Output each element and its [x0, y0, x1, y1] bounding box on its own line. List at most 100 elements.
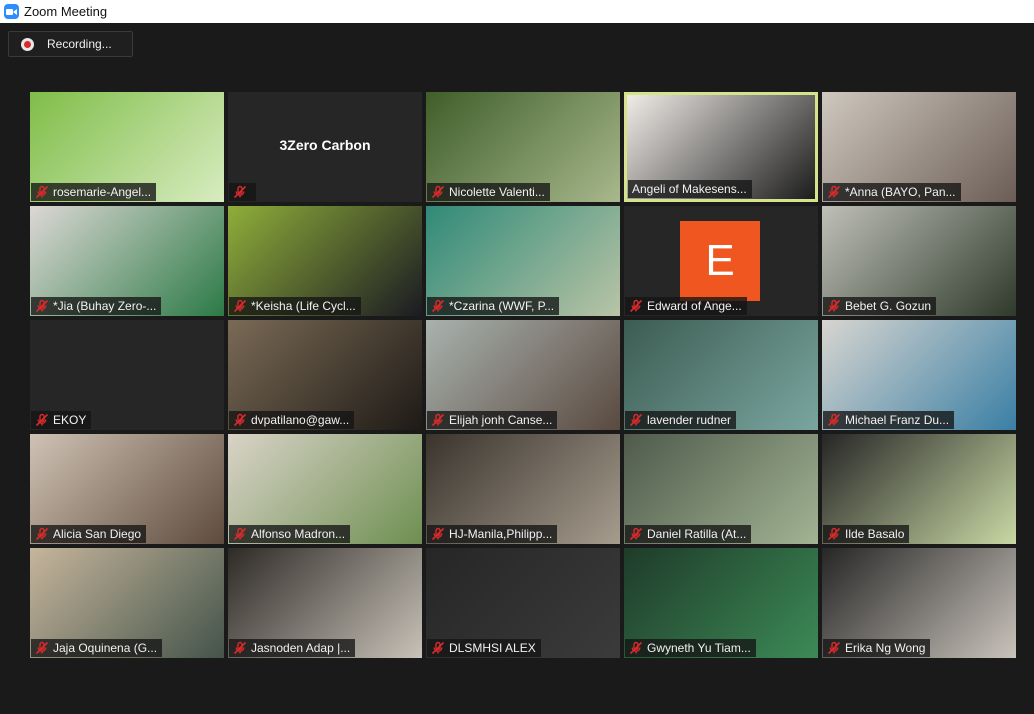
- participant-name-bar: Erika Ng Wong: [823, 639, 931, 657]
- participant-name-bar: Angeli of Makesens...: [628, 180, 752, 198]
- participant-tile[interactable]: HJ-Manila,Philipp...: [426, 434, 620, 544]
- muted-mic-icon: [35, 641, 53, 655]
- muted-mic-icon: [35, 185, 53, 199]
- participant-tile[interactable]: DLSMHSI ALEX: [426, 548, 620, 658]
- muted-mic-icon: [431, 413, 449, 427]
- participant-name: Ilde Basalo: [845, 527, 905, 541]
- participant-tile[interactable]: Alfonso Madron...: [228, 434, 422, 544]
- participant-name: Gwyneth Yu Tiam...: [647, 641, 751, 655]
- participant-tile[interactable]: Daniel Ratilla (At...: [624, 434, 818, 544]
- participant-tile[interactable]: *Anna (BAYO, Pan...: [822, 92, 1016, 202]
- muted-mic-icon: [629, 413, 647, 427]
- participant-name: rosemarie-Angel...: [53, 185, 152, 199]
- muted-mic-icon: [827, 413, 845, 427]
- participant-name: Daniel Ratilla (At...: [647, 527, 747, 541]
- participant-tile[interactable]: Elijah jonh Canse...: [426, 320, 620, 430]
- participant-name-bar: Edward of Ange...: [625, 297, 747, 315]
- participant-tile[interactable]: rosemarie-Angel...: [30, 92, 224, 202]
- participant-name: EKOY: [53, 413, 87, 427]
- participant-tile[interactable]: Ilde Basalo: [822, 434, 1016, 544]
- participant-name-bar: [229, 183, 256, 201]
- participant-display-name: 3Zero Carbon: [279, 137, 371, 153]
- participant-name-bar: *Anna (BAYO, Pan...: [823, 183, 961, 201]
- participant-name-bar: Alfonso Madron...: [229, 525, 351, 543]
- record-icon: [21, 37, 34, 51]
- participant-name-bar: Nicolette Valenti...: [427, 183, 550, 201]
- participant-name: *Anna (BAYO, Pan...: [845, 185, 956, 199]
- participant-name-bar: lavender rudner: [625, 411, 737, 429]
- participant-tile[interactable]: *Jia (Buhay Zero-...: [30, 206, 224, 316]
- muted-mic-icon: [431, 641, 449, 655]
- participant-name-bar: dvpatilano@gaw...: [229, 411, 355, 429]
- participant-tile[interactable]: 3Zero Carbon: [228, 92, 422, 202]
- participant-tile[interactable]: dvpatilano@gaw...: [228, 320, 422, 430]
- participant-name: Edward of Ange...: [647, 299, 742, 313]
- participant-tile[interactable]: Bebet G. Gozun: [822, 206, 1016, 316]
- participant-name: dvpatilano@gaw...: [251, 413, 350, 427]
- participant-name-bar: Jasnoden Adap |...: [229, 639, 356, 657]
- muted-mic-icon: [35, 413, 53, 427]
- muted-mic-icon: [827, 185, 845, 199]
- participant-name: Elijah jonh Canse...: [449, 413, 553, 427]
- participant-name-bar: *Jia (Buhay Zero-...: [31, 297, 162, 315]
- participant-name-bar: Alicia San Diego: [31, 525, 147, 543]
- participant-name: Alfonso Madron...: [251, 527, 346, 541]
- recording-indicator[interactable]: Recording...: [8, 31, 133, 57]
- participant-tile[interactable]: Angeli of Makesens...: [624, 92, 818, 202]
- muted-mic-icon: [233, 641, 251, 655]
- muted-mic-icon: [233, 413, 251, 427]
- title-bar: Zoom Meeting: [0, 0, 1034, 23]
- participant-tile[interactable]: Erika Ng Wong: [822, 548, 1016, 658]
- muted-mic-icon: [233, 527, 251, 541]
- participant-name: Erika Ng Wong: [845, 641, 926, 655]
- muted-mic-icon: [827, 527, 845, 541]
- participant-name-bar: Michael Franz Du...: [823, 411, 955, 429]
- participant-name: Bebet G. Gozun: [845, 299, 932, 313]
- participant-name: Alicia San Diego: [53, 527, 142, 541]
- participant-tile[interactable]: Gwyneth Yu Tiam...: [624, 548, 818, 658]
- muted-mic-icon: [629, 641, 647, 655]
- muted-mic-icon: [233, 299, 251, 313]
- participant-name-bar: HJ-Manila,Philipp...: [427, 525, 558, 543]
- participant-name-bar: Jaja Oquinena (G...: [31, 639, 163, 657]
- participant-name: lavender rudner: [647, 413, 732, 427]
- participant-name-bar: *Czarina (WWF, P...: [427, 297, 560, 315]
- participant-name-bar: Gwyneth Yu Tiam...: [625, 639, 756, 657]
- recording-label: Recording...: [47, 37, 112, 51]
- participant-name: HJ-Manila,Philipp...: [449, 527, 553, 541]
- participant-name: Nicolette Valenti...: [449, 185, 545, 199]
- participant-tile[interactable]: E Edward of Ange...: [624, 206, 818, 316]
- muted-mic-icon: [431, 299, 449, 313]
- participant-name: Angeli of Makesens...: [632, 182, 747, 196]
- window-title: Zoom Meeting: [24, 4, 108, 19]
- participant-tile[interactable]: Michael Franz Du...: [822, 320, 1016, 430]
- participant-tile[interactable]: *Czarina (WWF, P...: [426, 206, 620, 316]
- muted-mic-icon: [431, 185, 449, 199]
- muted-mic-icon: [827, 299, 845, 313]
- participant-name-bar: Bebet G. Gozun: [823, 297, 937, 315]
- participant-name-bar: DLSMHSI ALEX: [427, 639, 541, 657]
- participant-name: *Keisha (Life Cycl...: [251, 299, 356, 313]
- participant-tile[interactable]: *Keisha (Life Cycl...: [228, 206, 422, 316]
- participant-name-bar: EKOY: [31, 411, 92, 429]
- zoom-camera-icon: [4, 4, 19, 19]
- participant-name-bar: *Keisha (Life Cycl...: [229, 297, 361, 315]
- participant-tile[interactable]: Jasnoden Adap |...: [228, 548, 422, 658]
- participant-name-bar: Ilde Basalo: [823, 525, 910, 543]
- participant-name-bar: Daniel Ratilla (At...: [625, 525, 752, 543]
- participant-name-bar: Elijah jonh Canse...: [427, 411, 558, 429]
- muted-mic-icon: [35, 527, 53, 541]
- participant-name: *Jia (Buhay Zero-...: [53, 299, 157, 313]
- participant-name: DLSMHSI ALEX: [449, 641, 536, 655]
- participant-tile[interactable]: Nicolette Valenti...: [426, 92, 620, 202]
- participant-name: Jaja Oquinena (G...: [53, 641, 158, 655]
- participant-avatar: E: [680, 221, 760, 301]
- participant-tile[interactable]: lavender rudner: [624, 320, 818, 430]
- participant-name: *Czarina (WWF, P...: [449, 299, 555, 313]
- participant-tile[interactable]: EKOY: [30, 320, 224, 430]
- muted-mic-icon: [431, 527, 449, 541]
- participant-tile[interactable]: Jaja Oquinena (G...: [30, 548, 224, 658]
- muted-mic-icon: [629, 527, 647, 541]
- participant-tile[interactable]: Alicia San Diego: [30, 434, 224, 544]
- participant-name: Michael Franz Du...: [845, 413, 950, 427]
